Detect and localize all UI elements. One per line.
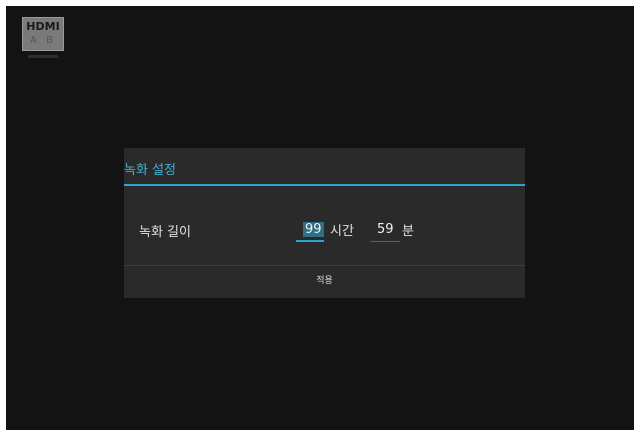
hours-unit-label: 시간 (330, 224, 354, 239)
recording-length-row: 녹화 길이 99 시간 59 분 (124, 188, 525, 265)
recording-settings-dialog: 녹화 설정 녹화 길이 99 시간 59 분 적용 (124, 148, 525, 298)
hdmi-logo-stand (28, 55, 58, 58)
hours-input[interactable]: 99 (296, 216, 326, 242)
recording-length-label: 녹화 길이 (139, 225, 191, 240)
tv-screen: HDMI A B 녹화 설정 녹화 길이 99 시간 59 분 적용 (6, 6, 634, 430)
apply-button[interactable]: 적용 (124, 266, 525, 298)
minutes-value: 59 (377, 222, 394, 237)
minutes-input[interactable]: 59 (370, 216, 402, 242)
hours-input-underline (296, 240, 324, 242)
hours-value: 99 (303, 222, 324, 237)
minutes-unit-label: 분 (402, 224, 414, 239)
hdmi-input-icon: HDMI A B (22, 17, 66, 63)
hdmi-logo-sub: A B (30, 35, 56, 46)
minutes-input-underline (370, 241, 400, 242)
dialog-title: 녹화 설정 (124, 163, 176, 178)
hdmi-logo-text: HDMI (26, 20, 60, 33)
dialog-title-bar: 녹화 설정 (124, 148, 525, 186)
hdmi-logo-box: HDMI A B (22, 17, 64, 51)
